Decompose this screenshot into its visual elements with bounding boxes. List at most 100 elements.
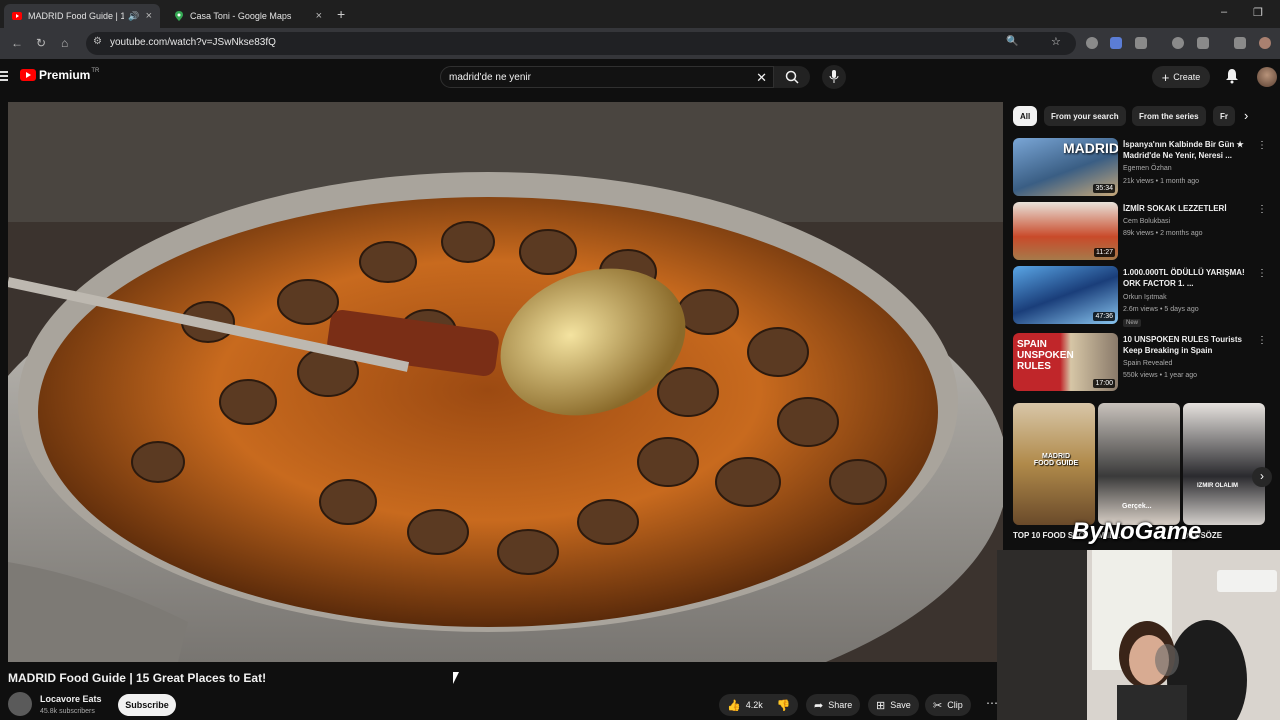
hamburger-menu-icon[interactable] xyxy=(0,71,8,81)
recommendation-item[interactable]: SPAIN UNSPOKEN RULES 17:00 10 UNSPOKEN R… xyxy=(1013,333,1273,393)
zoom-icon[interactable]: 🔍 xyxy=(1006,36,1018,47)
dislike-icon[interactable]: 👎 xyxy=(777,699,791,712)
video-player[interactable] xyxy=(8,102,1003,662)
reload-icon[interactable]: ↻ xyxy=(36,36,46,50)
recommendation-meta: 2.6m views • 5 days ago xyxy=(1123,306,1199,313)
thumbnail-text: SPAIN UNSPOKEN RULES xyxy=(1017,339,1074,372)
recommendation-meta: 21k views • 1 month ago xyxy=(1123,178,1199,185)
recommendation-channel: Egemen Özhan xyxy=(1123,165,1172,172)
save-icon: ⊞ xyxy=(876,699,886,712)
microphone-icon xyxy=(829,70,839,83)
browser-tab-bar: MADRID Food Guide | 15 G 🔊 × Casa Toni -… xyxy=(0,0,1280,28)
recommendation-meta: 550k views • 1 year ago xyxy=(1123,372,1198,379)
like-count: 4.2k xyxy=(745,700,763,710)
logo-text: Premium xyxy=(39,68,91,82)
tab-youtube[interactable]: MADRID Food Guide | 15 G 🔊 × xyxy=(4,4,160,28)
site-info-icon[interactable]: ⚙ xyxy=(93,36,102,47)
speaker-icon[interactable]: 🔊 xyxy=(128,11,139,22)
recommendation-channel: Cem Bolukbasi xyxy=(1123,218,1171,225)
subscriber-count: 45.8k subscribers xyxy=(40,708,95,715)
video-thumbnail[interactable]: SPAIN UNSPOKEN RULES 17:00 xyxy=(1013,333,1118,391)
duration-badge: 47:36 xyxy=(1093,312,1115,321)
shorts-next-button[interactable]: › xyxy=(1252,467,1272,487)
chevron-right-icon[interactable]: › xyxy=(1244,108,1248,123)
chip-all[interactable]: All xyxy=(1013,106,1038,126)
account-avatar[interactable] xyxy=(1257,67,1277,87)
channel-name[interactable]: Locavore Eats xyxy=(40,694,102,704)
maximize-icon[interactable]: ❐ xyxy=(1253,6,1263,19)
clip-label: Clip xyxy=(947,700,963,710)
mouse-cursor-icon xyxy=(453,672,459,684)
thumbs-up-icon: 👍 xyxy=(727,699,741,712)
maps-favicon-icon xyxy=(175,11,183,21)
recommendation-item[interactable]: 47:36 1.000.000TL ÖDÜLLÜ YARIŞMA! ORK FA… xyxy=(1013,266,1273,327)
share-icon: ➦ xyxy=(814,699,824,712)
profile-icon[interactable] xyxy=(1259,37,1271,49)
short-thumbnail[interactable]: Gerçek... xyxy=(1098,403,1180,525)
duration-badge: 11:27 xyxy=(1094,248,1115,257)
recommendation-item[interactable]: MADRID 35:34 İspanya'nın Kalbinde Bir Gü… xyxy=(1013,138,1273,198)
tab-title: Casa Toni - Google Maps xyxy=(190,11,292,21)
create-button[interactable]: + Create xyxy=(1152,66,1210,88)
extension-icon[interactable] xyxy=(1110,37,1122,49)
new-badge: New xyxy=(1123,319,1142,327)
recommendation-item[interactable]: 11:27 İZMİR SOKAK LEZZETLERİ Cem Bolukba… xyxy=(1013,202,1273,262)
extensions-puzzle-icon[interactable] xyxy=(1135,37,1147,49)
menu-icon[interactable] xyxy=(1234,37,1246,49)
chip-from-search[interactable]: From your search xyxy=(1044,106,1126,126)
youtube-play-icon xyxy=(20,69,36,81)
short-overlay-text: Gerçek... xyxy=(1122,503,1152,510)
more-options-icon[interactable]: ⋮ xyxy=(1257,268,1267,279)
more-options-icon[interactable]: ⋮ xyxy=(1257,204,1267,215)
video-thumbnail[interactable]: 47:36 xyxy=(1013,266,1118,324)
back-icon[interactable]: ← xyxy=(11,36,23,50)
save-button[interactable]: ⊞ Save xyxy=(868,694,919,716)
search-value: madrid'de ne yenir xyxy=(449,72,531,83)
youtube-logo[interactable]: Premium TR xyxy=(20,68,99,82)
extension-icon[interactable] xyxy=(1086,37,1098,49)
search-input[interactable]: madrid'de ne yenir ✕ xyxy=(440,66,774,88)
video-thumbnail[interactable]: 11:27 xyxy=(1013,202,1118,260)
scissors-icon: ✂ xyxy=(933,699,943,712)
close-tab-icon[interactable]: × xyxy=(316,10,322,22)
search-icon xyxy=(785,70,799,84)
youtube-header: Premium TR madrid'de ne yenir ✕ + Create xyxy=(0,59,1280,99)
voice-search-button[interactable] xyxy=(822,65,846,89)
video-thumbnail[interactable]: MADRID 35:34 xyxy=(1013,138,1118,196)
translate-icon[interactable] xyxy=(1197,37,1209,49)
recommendation-channel: Spain Revealed xyxy=(1123,360,1173,367)
notifications-bell-icon[interactable] xyxy=(1225,68,1239,84)
more-options-icon[interactable]: ⋮ xyxy=(1257,335,1267,346)
history-icon[interactable] xyxy=(1172,37,1184,49)
search-button[interactable] xyxy=(774,66,810,88)
close-tab-icon[interactable]: × xyxy=(146,10,152,22)
home-icon[interactable]: ⌂ xyxy=(61,36,68,50)
tab-google-maps[interactable]: Casa Toni - Google Maps × xyxy=(166,4,330,28)
clear-search-icon[interactable]: ✕ xyxy=(756,70,767,86)
thumbnail-text: MADRID xyxy=(1063,140,1118,156)
chip-more[interactable]: Fr xyxy=(1213,106,1235,126)
omnibox[interactable]: ⚙ youtube.com/watch?v=JSwNkse83fQ 🔍 ☆ xyxy=(86,32,1076,55)
share-button[interactable]: ➦ Share xyxy=(806,694,861,716)
new-tab-button[interactable]: + xyxy=(337,6,345,22)
like-button[interactable]: 👍 4.2k 👎 xyxy=(719,694,799,716)
logo-country: TR xyxy=(91,68,100,74)
recommendation-title: 10 UNSPOKEN RULES Tourists Keep Breaking… xyxy=(1123,335,1242,355)
short-thumbnail[interactable]: MADRID FOOD GUIDE xyxy=(1013,403,1095,525)
save-label: Save xyxy=(890,700,911,710)
recommendation-meta: 89k views • 2 months ago xyxy=(1123,230,1203,237)
short-overlay-text: IZMIR OLALIM xyxy=(1197,483,1238,489)
short-overlay-text: MADRID FOOD GUIDE xyxy=(1033,453,1079,467)
chip-from-series[interactable]: From the series xyxy=(1132,106,1206,126)
channel-avatar[interactable] xyxy=(8,692,32,716)
minimize-icon[interactable]: – xyxy=(1221,6,1227,18)
short-thumbnail[interactable]: IZMIR OLALIM xyxy=(1183,403,1265,525)
video-title: MADRID Food Guide | 15 Great Places to E… xyxy=(8,671,267,685)
bookmark-star-icon[interactable]: ☆ xyxy=(1051,35,1061,48)
subscribe-button[interactable]: Subscribe xyxy=(118,694,176,716)
recommendation-channel: Orkun Işıtmak xyxy=(1123,294,1167,301)
clip-button[interactable]: ✂ Clip xyxy=(925,694,971,716)
video-frame-image xyxy=(8,102,1003,662)
plus-icon: + xyxy=(1161,69,1170,85)
more-options-icon[interactable]: ⋮ xyxy=(1257,140,1267,151)
